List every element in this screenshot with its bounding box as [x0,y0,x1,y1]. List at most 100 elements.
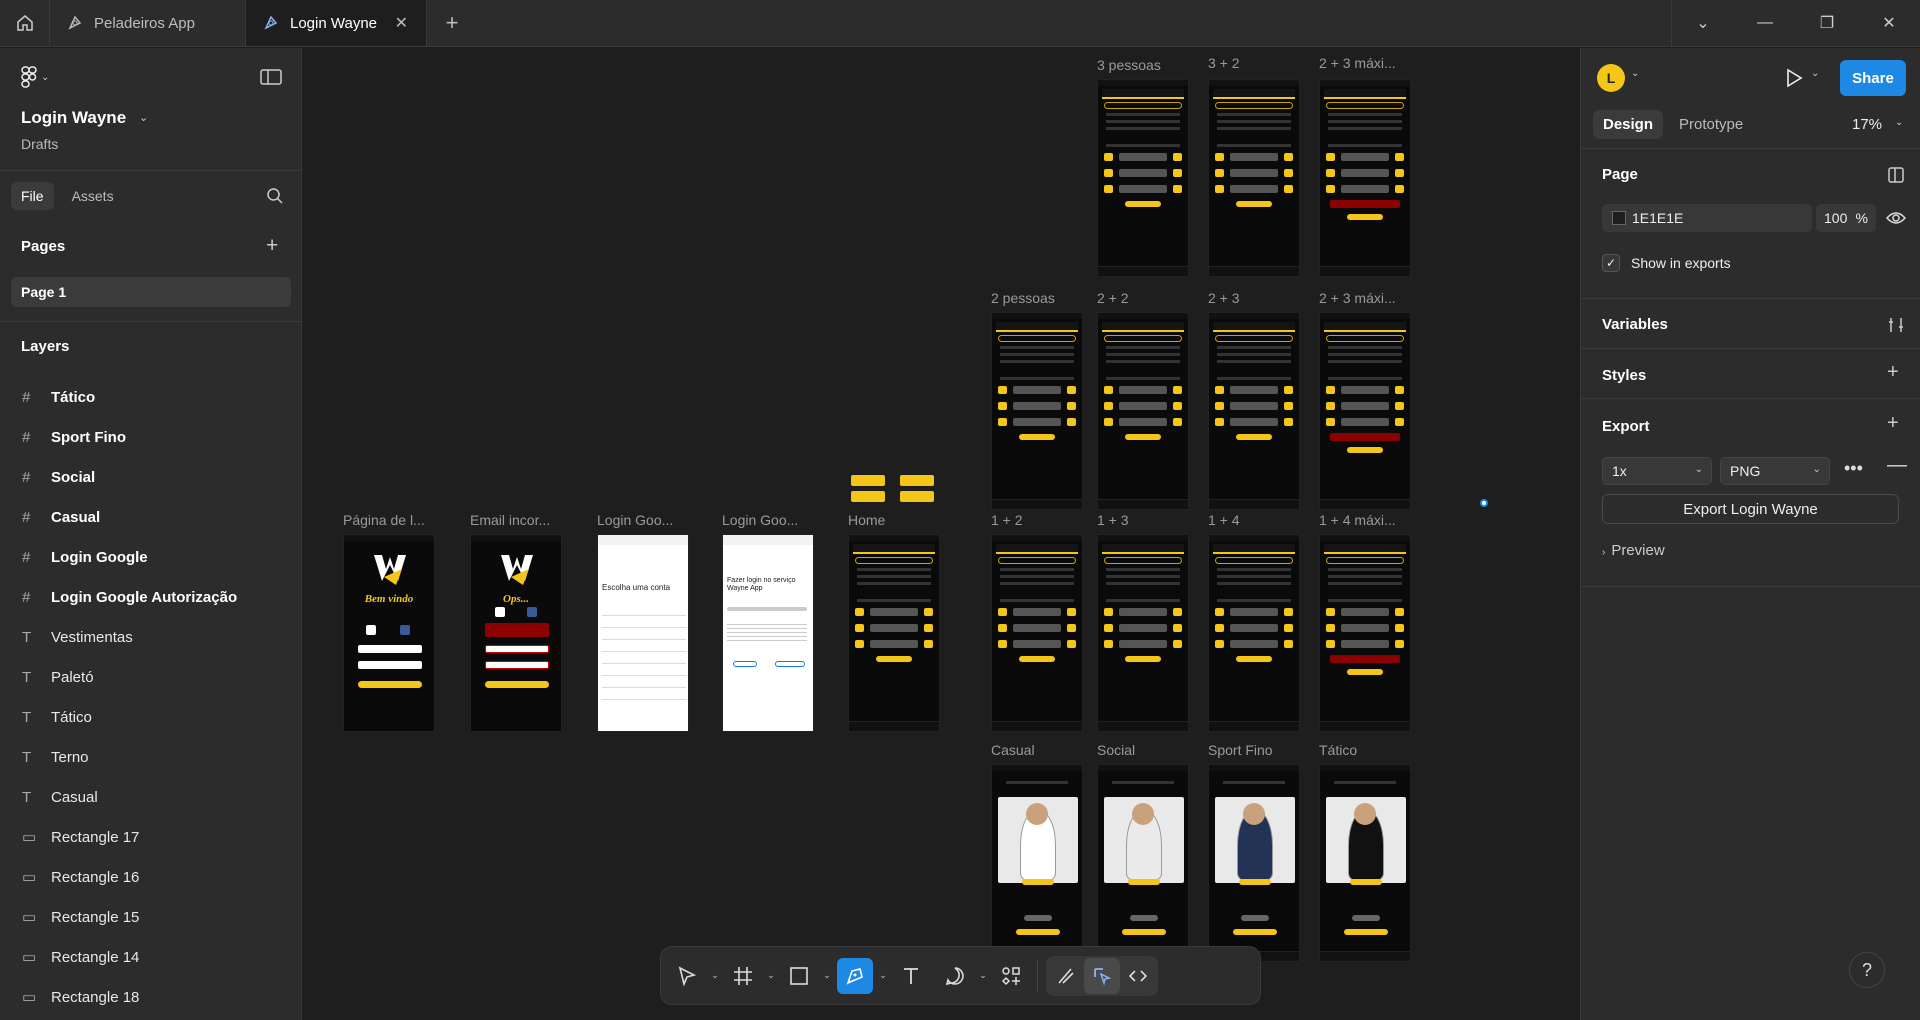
frame-label[interactable]: Tático [1319,742,1357,758]
frame-label[interactable]: 2 + 2 [1097,290,1129,306]
frame-one-plus-three[interactable] [1097,534,1189,732]
frame-one-plus-four[interactable] [1208,534,1300,732]
layer-item[interactable]: T Terno [22,742,89,772]
chevron-down-icon[interactable]: ⌄ [705,970,725,981]
tab-file[interactable]: File [11,182,54,210]
play-icon[interactable] [1785,68,1803,88]
frame-sport-fino[interactable] [1208,764,1300,962]
new-tab-button[interactable]: + [427,0,477,46]
page-color-field[interactable]: 1E1E1E [1602,204,1812,232]
frame-label[interactable]: 3 + 2 [1208,55,1240,71]
layer-item[interactable]: T Vestimentas [22,622,133,652]
chevron-down-icon[interactable]: ⌄ [1811,68,1819,79]
export-format-select[interactable]: PNG ⌄ [1720,457,1830,485]
layer-item[interactable]: ▭ Rectangle 15 [22,902,139,932]
frame-label[interactable]: 1 + 4 [1208,512,1240,528]
frame-label[interactable]: Login Goo... [722,512,798,528]
color-swatch[interactable] [1612,211,1626,225]
frame-label[interactable]: Login Goo... [597,512,673,528]
frame-three-plus-two[interactable] [1208,79,1300,277]
frame-label[interactable]: 2 + 3 máxi... [1319,290,1396,306]
frame-label[interactable]: Casual [991,742,1035,758]
frame-label[interactable]: 1 + 2 [991,512,1023,528]
frame-two-plus-three-max-top[interactable] [1319,79,1411,277]
export-scale-select[interactable]: 1x ⌄ [1602,457,1712,485]
color-hex[interactable]: 1E1E1E [1632,210,1683,226]
layer-item[interactable]: # Tático [22,382,95,412]
frame-label[interactable]: 1 + 4 máxi... [1319,512,1396,528]
frame-three-people[interactable] [1097,79,1189,277]
tab-prototype[interactable]: Prototype [1669,110,1753,139]
frame-email-incorreto[interactable]: Ops... [470,534,562,732]
file-location[interactable]: Drafts [21,136,58,152]
add-style-icon[interactable]: + [1887,361,1899,384]
layer-item[interactable]: # Casual [22,502,100,532]
close-window-button[interactable]: ✕ [1858,0,1920,46]
export-button[interactable]: Export Login Wayne [1602,494,1899,524]
design-mode-button[interactable] [1084,957,1120,994]
frame-label[interactable]: Social [1097,742,1135,758]
chevron-down-icon[interactable]: ⌄ [817,970,837,981]
tab-design[interactable]: Design [1593,110,1664,139]
layer-item[interactable]: ▭ Rectangle 14 [22,942,139,972]
pen-tool[interactable] [837,957,873,994]
dev-mode-button[interactable] [1120,958,1156,994]
selection-handle[interactable] [1480,499,1488,507]
comment-tool[interactable] [937,958,973,994]
frame-tool[interactable] [725,958,761,994]
tab-login-wayne[interactable]: Login Wayne ✕ [246,0,427,46]
move-tool[interactable] [669,958,705,994]
frame-social[interactable] [1097,764,1189,962]
frame-two-plus-three-max[interactable] [1319,312,1411,510]
show-in-exports-checkbox[interactable]: ✓ [1602,254,1620,272]
chevron-down-icon[interactable]: ⌄ [873,970,893,981]
chevron-down-icon[interactable]: ⌄ [973,970,993,981]
frame-label[interactable]: 2 + 3 [1208,290,1240,306]
eye-icon[interactable] [1886,210,1906,226]
opacity-value[interactable]: 100 [1824,210,1847,226]
opacity-field[interactable]: 100 % [1816,204,1876,232]
minimize-button[interactable]: — [1734,0,1796,46]
frame-casual[interactable] [991,764,1083,962]
layer-item[interactable]: # Login Google [22,542,148,572]
tab-peladeiros-app[interactable]: Peladeiros App [50,0,246,46]
frame-login-google-autorizacao[interactable]: Fazer login no serviço Wayne App [722,534,814,732]
frame-label[interactable]: Página de l... [343,512,425,528]
home-button[interactable] [0,0,50,46]
chevron-down-icon[interactable]: ⌄ [761,970,781,981]
frame-label[interactable]: Sport Fino [1208,742,1273,758]
chevron-down-icon[interactable]: ⌄ [139,111,148,124]
frame-login-google[interactable]: Escolha uma conta [597,534,689,732]
shape-tool[interactable] [781,958,817,994]
main-menu-button[interactable]: ⌄ [21,66,49,88]
frame-two-plus-three[interactable] [1208,312,1300,510]
draw-mode-button[interactable] [1048,958,1084,994]
casual-chip[interactable] [851,475,885,486]
layer-item[interactable]: ▭ Rectangle 18 [22,982,139,1012]
frame-label[interactable]: Home [848,512,885,528]
layer-item[interactable]: # Sport Fino [22,422,126,452]
preview-toggle[interactable]: › Preview [1602,542,1665,559]
page-item[interactable]: Page 1 [11,277,291,307]
frame-two-plus-two[interactable] [1097,312,1189,510]
layer-item[interactable]: T Tático [22,702,92,732]
frame-tatico[interactable] [1319,764,1411,962]
frame-home[interactable] [848,534,940,732]
tab-assets[interactable]: Assets [62,182,124,210]
actions-tool[interactable] [993,958,1029,994]
help-button[interactable]: ? [1849,952,1885,988]
page-settings-icon[interactable] [1887,166,1905,184]
variables-icon[interactable] [1887,316,1905,334]
frame-label[interactable]: 3 pessoas [1097,57,1161,73]
text-tool[interactable] [893,958,929,994]
share-button[interactable]: Share [1840,60,1906,96]
tatico-chip[interactable] [900,491,934,502]
chevron-down-icon[interactable]: ⌄ [1895,117,1903,128]
layer-item[interactable]: ▭ Rectangle 16 [22,862,139,892]
add-export-icon[interactable]: + [1887,412,1899,435]
add-page-icon[interactable]: + [266,234,278,258]
close-tab-icon[interactable]: ✕ [395,13,408,33]
chevron-down-icon[interactable]: ⌄ [1672,0,1734,46]
frame-label[interactable]: 2 pessoas [991,290,1055,306]
layer-item[interactable]: T Paletó [22,662,94,692]
